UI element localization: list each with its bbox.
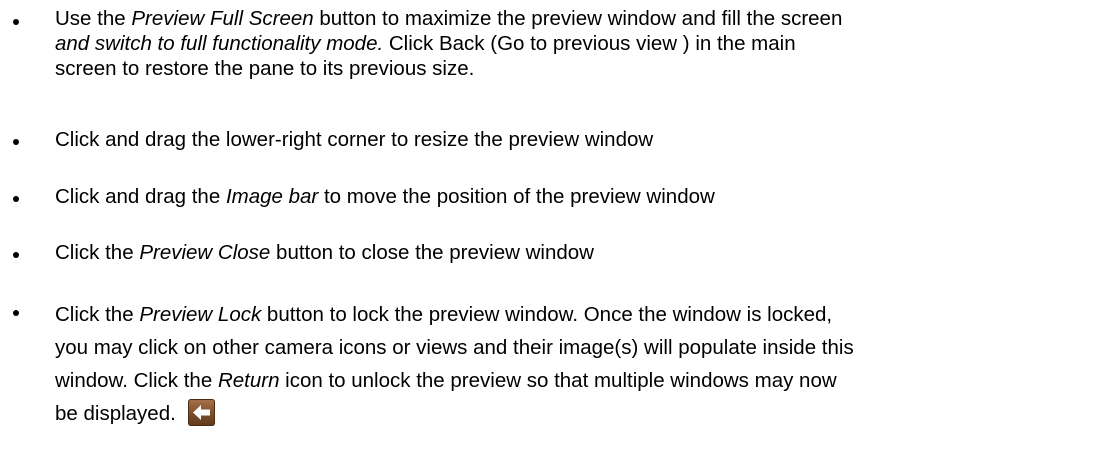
bullet-dot [13,196,19,202]
text-run: button to lock the preview window. Once … [261,303,833,326]
text-run: Use the [55,7,132,30]
text-line: Click the Preview Lock button to lock th… [55,298,1100,331]
document-page: Use the Preview Full Screen button to ma… [0,0,1107,466]
text-run: to move the position of the preview wind… [318,185,715,208]
text-line: screen to restore the pane to its previo… [55,56,1100,81]
bullet-dot [13,252,19,258]
text-run: Click the [55,241,140,264]
text-run: be displayed. [55,402,176,425]
text-run: Click Back (Go to previous view ) in the… [383,32,796,55]
list-item-text: Click and drag the Image bar to move the… [55,184,1100,209]
ui-term-preview-close: Preview Close [139,241,271,264]
list-item-text: Click and drag the lower-right corner to… [55,127,1100,152]
bullet-dot [13,310,19,316]
ui-term-return: Return [217,369,280,392]
text-run: button to close the preview window [270,241,594,264]
bullet-dot [13,19,19,25]
text-line: Click and drag the Image bar to move the… [55,184,1100,209]
text-line: be displayed. [55,397,1100,430]
ui-term-image-bar: Image bar [225,185,319,208]
list-item-text: Use the Preview Full Screen button to ma… [55,6,1100,81]
list-item-text: Click the Preview Close button to close … [55,240,1100,265]
text-run: you may click on other camera icons or v… [55,336,854,359]
text-run: Click the [55,303,140,326]
list-item-text: Click the Preview Lock button to lock th… [55,298,1100,430]
text-run: screen to restore the pane to its previo… [55,57,475,80]
text-run-italic: and switch to full functionality mode. [55,32,384,55]
text-line: Click the Preview Close button to close … [55,240,1100,265]
ui-term-preview-full-screen: Preview Full Screen [131,7,314,30]
text-line: Use the Preview Full Screen button to ma… [55,6,1100,31]
bullet-dot [13,139,19,145]
text-run: Click and drag the lower-right corner to… [55,128,654,151]
text-run: button to maximize the preview window an… [313,7,843,30]
text-line: you may click on other camera icons or v… [55,331,1100,364]
text-line: and switch to full functionality mode. C… [55,31,1100,56]
return-arrow-icon [187,399,215,427]
text-line: Click and drag the lower-right corner to… [55,127,1100,152]
text-run: icon to unlock the preview so that multi… [279,369,837,392]
text-line: window. Click the Return icon to unlock … [55,364,1100,397]
ui-term-preview-lock: Preview Lock [139,303,262,326]
text-run: Click and drag the [55,185,226,208]
text-run: window. Click the [55,369,218,392]
